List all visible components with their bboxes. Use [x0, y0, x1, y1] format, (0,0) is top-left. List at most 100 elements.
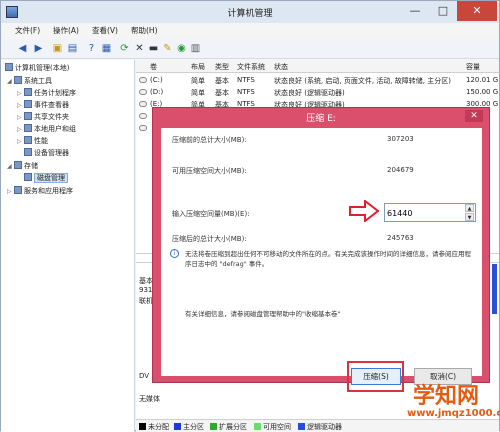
refresh-icon[interactable]: ⟳ [118, 42, 131, 55]
performance-icon [24, 136, 32, 144]
legend-swatch [174, 423, 181, 430]
folder-icon [24, 112, 32, 120]
menu-action[interactable]: 操作(A) [53, 25, 79, 36]
disk-management-icon [24, 173, 32, 181]
legend-swatch [254, 423, 261, 430]
available-value: 204679 [387, 166, 414, 174]
col-capacity[interactable]: 容量 [466, 62, 480, 72]
device-icon [24, 148, 32, 156]
tree-item-event-viewer[interactable]: ▷ 事件查看器 [17, 100, 69, 110]
menu-file[interactable]: 文件(F) [15, 25, 40, 36]
menu-bar: 文件(F) 操作(A) 查看(V) 帮助(H) [1, 23, 499, 37]
expand-arrow-icon[interactable]: ▷ [7, 188, 14, 195]
tree-item-storage[interactable]: ◢ 存储 [7, 161, 38, 171]
legend-swatch [298, 423, 305, 430]
forward-icon[interactable]: ▶ [32, 42, 45, 55]
shrink-amount-input[interactable] [387, 207, 457, 219]
expand-arrow-icon[interactable]: ▷ [17, 126, 24, 133]
total-before-label: 压缩前的总计大小(MB): [172, 136, 247, 144]
collapse-arrow-icon[interactable]: ◢ [7, 163, 14, 170]
tools-icon [14, 76, 22, 84]
drive-icon [139, 89, 147, 95]
watermark-url: www.jmqz1000.com [407, 408, 500, 419]
legend-swatch [210, 423, 217, 430]
users-icon [24, 124, 32, 132]
title-bar: 计算机管理 — □ ✕ [1, 1, 499, 23]
col-filesystem[interactable]: 文件系统 [237, 62, 265, 72]
drive-icon [139, 77, 147, 83]
total-after-value: 245763 [387, 234, 414, 242]
expand-arrow-icon[interactable]: ▷ [17, 138, 24, 145]
tree-item-services-apps[interactable]: ▷ 服务和应用程序 [7, 186, 73, 196]
available-label: 可用压缩空间大小(MB): [172, 167, 247, 175]
clock-icon [24, 88, 32, 96]
show-tree-icon[interactable]: ▤ [66, 42, 79, 55]
table-row[interactable]: (C:) 简单 基本 NTFS 状态良好 (系统, 启动, 页面文件, 活动, … [136, 75, 499, 86]
spin-up-icon[interactable]: ▲ [465, 204, 474, 212]
drive-icon [139, 113, 147, 119]
services-icon [14, 186, 22, 194]
up-icon[interactable]: ▣ [51, 42, 64, 55]
close-button[interactable]: ✕ [457, 1, 497, 21]
minimize-button[interactable]: — [401, 1, 429, 21]
dialog-close-button[interactable]: ✕ [465, 110, 483, 122]
site-watermark: 学知网 www.jmqz1000.com [405, 378, 500, 428]
tree-item-shared-folders[interactable]: ▷ 共享文件夹 [17, 112, 69, 122]
info-text: 无法将卷压缩到超出任何不可移动的文件所在的点。有关完成该操作时间的详细信息，请参… [185, 250, 471, 268]
total-before-value: 307203 [387, 135, 414, 143]
navigation-tree: 计算机管理(本地) ◢ 系统工具 ▷ 任务计划程序 ▷ 事件查看器 ▷ 共享文件夹 ▷ 本… [1, 60, 135, 432]
red-arrow-icon [349, 200, 379, 222]
legend-swatch [139, 423, 146, 430]
help-text: 有关详细信息，请参阅磁盘管理帮助中的"收缩基本卷" [185, 310, 341, 318]
shrink-amount-stepper[interactable]: ▲ ▼ [384, 203, 476, 222]
collapse-arrow-icon[interactable]: ◢ [7, 78, 14, 85]
view-icon[interactable]: ▥ [189, 42, 202, 55]
no-media-label: 无媒体 [139, 395, 160, 403]
volume-column-headers: 卷 布局 类型 文件系统 状态 容量 [136, 60, 499, 73]
col-status[interactable]: 状态 [274, 62, 288, 72]
table-row[interactable]: (D:) 简单 基本 NTFS 状态良好 (逻辑驱动器) 150.00 G [136, 87, 499, 98]
event-icon [24, 100, 32, 108]
export-icon[interactable]: ▬ [147, 42, 160, 55]
watermark-title: 学知网 [413, 384, 480, 409]
col-type[interactable]: 类型 [215, 62, 229, 72]
info-icon: i [170, 249, 179, 258]
properties-icon[interactable]: ▦ [100, 42, 113, 55]
computer-icon [5, 63, 13, 71]
expand-arrow-icon[interactable]: ▷ [17, 90, 24, 97]
disk-icon[interactable]: ◉ [175, 42, 188, 55]
back-icon[interactable]: ◀ [16, 42, 29, 55]
help-icon[interactable]: ? [85, 42, 98, 55]
shrink-volume-dialog: 压缩 E: ✕ 压缩前的总计大小(MB): 307203 可用压缩空间大小(MB… [152, 107, 490, 392]
dialog-body: 压缩前的总计大小(MB): 307203 可用压缩空间大小(MB): 20467… [161, 128, 482, 392]
menu-view[interactable]: 查看(V) [92, 25, 118, 36]
tree-item-device-manager[interactable]: 设备管理器 [24, 148, 69, 158]
dialog-title: 压缩 E: [306, 114, 336, 124]
tree-item-system-tools[interactable]: ◢ 系统工具 [7, 76, 52, 86]
tree-item-task-scheduler[interactable]: ▷ 任务计划程序 [17, 88, 76, 98]
tree-item-local-users[interactable]: ▷ 本地用户和组 [17, 124, 76, 134]
delete-icon[interactable]: ✕ [133, 42, 146, 55]
expand-arrow-icon[interactable]: ▷ [17, 102, 24, 109]
toolbar: ◀ ▶ ▣ ▤ ? ▦ ⟳ ✕ ▬ ✎ ◉ ▥ [1, 39, 499, 59]
drive-icon [139, 125, 147, 131]
disk-status-label: 联机 [139, 297, 153, 305]
col-layout[interactable]: 布局 [191, 62, 205, 72]
shrink-amount-label: 输入压缩空间量(MB)(E): [172, 210, 250, 218]
spin-down-icon[interactable]: ▼ [465, 213, 474, 221]
storage-icon [14, 161, 22, 169]
tree-item-disk-management[interactable]: 磁盘管理 [24, 173, 68, 183]
drive-icon [139, 101, 147, 107]
tree-root[interactable]: 计算机管理(本地) [5, 63, 69, 73]
settings-icon[interactable]: ✎ [161, 42, 174, 55]
expand-arrow-icon[interactable]: ▷ [17, 114, 24, 121]
partition-bar[interactable] [492, 264, 497, 314]
maximize-button[interactable]: □ [429, 1, 457, 21]
tree-item-performance[interactable]: ▷ 性能 [17, 136, 48, 146]
disk-size-label: 931 [139, 286, 153, 294]
disk-type-label: 基本 [139, 277, 153, 285]
dvd-label: DV [139, 372, 150, 380]
col-volume[interactable]: 卷 [150, 62, 157, 72]
menu-help[interactable]: 帮助(H) [131, 25, 158, 36]
shrink-button[interactable]: 压缩(S) [351, 368, 401, 385]
